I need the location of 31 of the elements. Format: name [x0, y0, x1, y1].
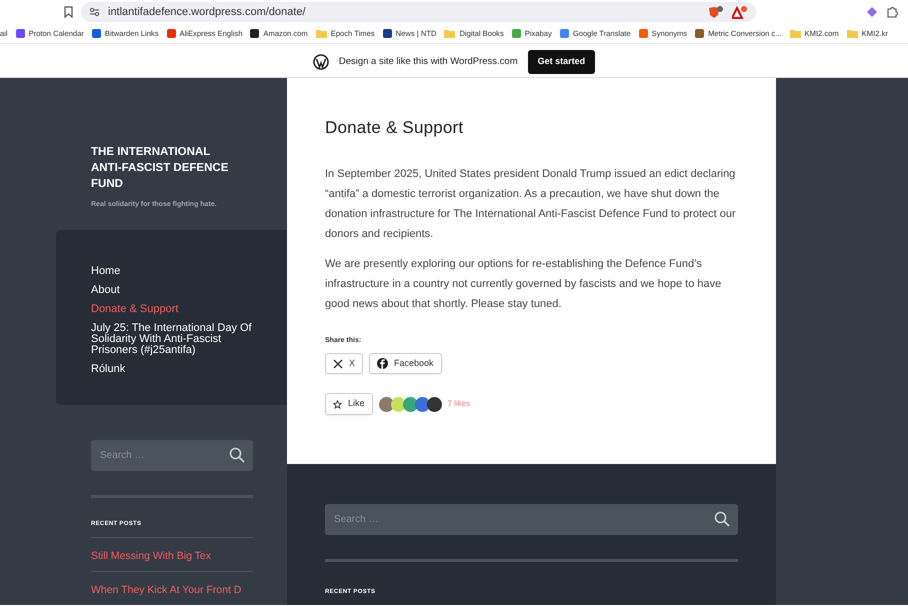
site-title[interactable]: THE INTERNATIONAL ANTI-FASCIST DEFENCE FUND	[91, 144, 231, 192]
search-icon[interactable]	[229, 447, 245, 463]
wordpress-logo-icon	[312, 54, 329, 70]
star-icon	[333, 400, 342, 409]
body-paragraph: We are presently exploring our options for re-establishing the Defence Fund’s infrastructure in a country not currently governed by fascists and we hope to have good news about that shortly. Please stay tuned.	[325, 257, 722, 312]
diamond-icon[interactable]	[866, 6, 878, 18]
like-button[interactable]: Like	[325, 393, 373, 415]
nav-link[interactable]: Donate & Support	[91, 304, 257, 315]
address-bar[interactable]: intlantifadefence.wordpress.com/donate/	[81, 2, 756, 22]
puzzle-icon[interactable]	[886, 6, 898, 18]
settings-icon[interactable]	[89, 7, 100, 17]
nav-link[interactable]: July 25: The International Day Of Solidarity With Anti-Fascist Prisoners (#j25antifa)	[91, 322, 257, 356]
nav-link[interactable]: Rólunk	[91, 364, 257, 375]
facebook-logo-icon	[377, 358, 388, 370]
avatar-circle[interactable]	[426, 396, 442, 412]
triangle-icon[interactable]	[732, 6, 748, 18]
x-logo-icon	[333, 358, 343, 369]
x-share-button[interactable]: X	[325, 352, 364, 374]
body-paragraph: In September 2025, United States president Donald Trump issued an edict declaring “antifa” a domestic terrorist organization. As a precaution, we have shut down the donation infrastructure for The International Anti-Fascist Defence Fund to protect our donors and recipients.	[325, 167, 737, 242]
get-started-button[interactable]: Get started	[528, 50, 596, 74]
facebook-share-button[interactable]: Facebook	[369, 352, 442, 374]
search-field[interactable]: Search …	[91, 440, 253, 471]
search-field[interactable]: Search …	[325, 504, 738, 535]
shield-icon[interactable]	[708, 6, 724, 18]
nav-link[interactable]: About	[91, 284, 257, 296]
promo-text: Design a site like this with WordPress.com	[338, 54, 518, 69]
bookmark-icon[interactable]	[64, 6, 73, 18]
nav-link[interactable]: Home	[91, 266, 257, 277]
search-icon[interactable]	[714, 511, 730, 527]
url-text: intlantifadefence.wordpress.com/donate/	[108, 4, 306, 20]
page-title: Donate & Support	[325, 118, 464, 138]
